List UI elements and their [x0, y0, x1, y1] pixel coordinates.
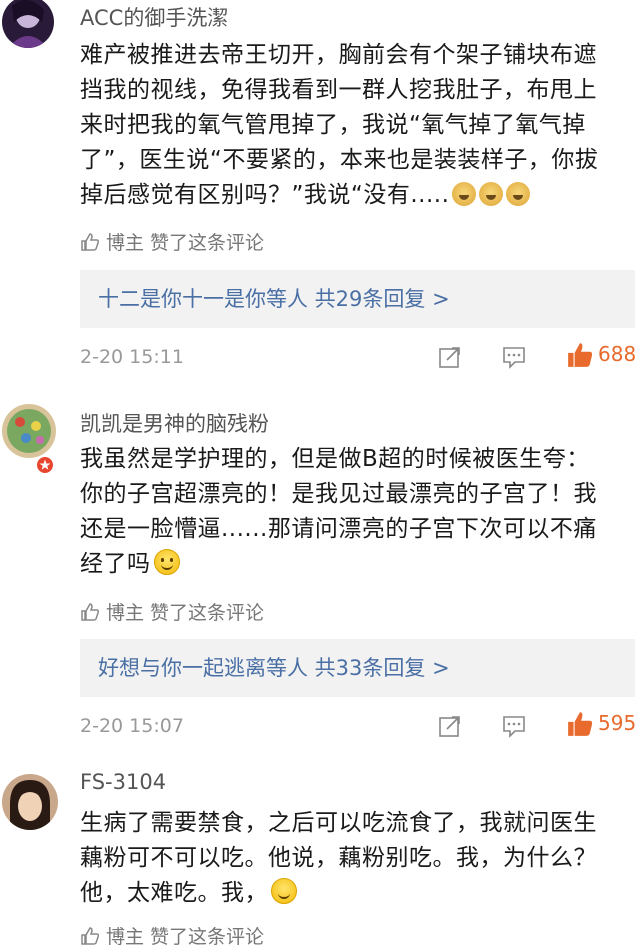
comment-icon[interactable] [501, 713, 527, 739]
timestamp: 2-20 15:07 [80, 715, 184, 737]
doge-emoji-icon [452, 182, 477, 206]
username[interactable]: ACC的御手洗潔 [80, 2, 228, 32]
thumbs-up-icon [568, 712, 593, 736]
thumbs-up-icon [568, 343, 593, 367]
author-liked-note: 博主 赞了这条评论 [80, 228, 264, 255]
reply-summary-link[interactable]: 十二是你十一是你等人 共29条回复 > [80, 270, 635, 328]
username[interactable]: 凯凯是男神的脑残粉 [80, 408, 269, 438]
thumbs-up-outline-icon [81, 927, 100, 945]
comment-text: 我虽然是学护理的，但是做B超的时候被医生夸： 你的子宫超漂亮的！是我见过最漂亮的… [80, 446, 597, 577]
like-button[interactable]: 595 [566, 710, 636, 742]
verified-badge-icon [36, 456, 54, 474]
like-count: 595 [598, 711, 637, 735]
avatar[interactable] [2, 0, 54, 48]
comment-text: 生病了需要禁食，之后可以吃流食了，我就问医生 藕粉可不可以吃。他说，藕粉别吃。我… [80, 810, 597, 906]
timestamp: 2-20 15:11 [80, 346, 184, 368]
comment-item: FS-3104 生病了需要禁食，之后可以吃流食了，我就问医生 藕粉可不可以吃。他… [0, 760, 640, 948]
comment-item: 凯凯是男神的脑残粉 我虽然是学护理的，但是做B超的时候被医生夸： 你的子宫超漂亮… [0, 390, 640, 760]
username[interactable]: FS-3104 [80, 770, 166, 794]
thumbs-up-outline-icon [81, 603, 100, 621]
thumbs-up-outline-icon [81, 233, 100, 251]
comment-text: 难产被推进去帝王切开，胸前会有个架子铺块布遮 挡我的视线，免得我看到一群人挖我肚… [80, 42, 599, 208]
author-liked-note: 博主 赞了这条评论 [80, 922, 264, 949]
author-liked-note: 博主 赞了这条评论 [80, 598, 264, 625]
comment-meta: 2-20 15:07 595 [0, 706, 640, 746]
comment-meta: 2-20 15:11 688 [0, 337, 640, 377]
share-icon[interactable] [437, 713, 463, 739]
reply-summary-link[interactable]: 好想与你一起逃离等人 共33条回复 > [80, 639, 635, 697]
sweat-smile-emoji-icon [271, 878, 297, 904]
like-button[interactable]: 688 [566, 341, 636, 373]
comment-icon[interactable] [501, 344, 527, 370]
doge-emoji-icon [479, 182, 504, 206]
avatar[interactable] [2, 404, 56, 458]
like-count: 688 [598, 342, 637, 366]
smile-emoji-icon [153, 549, 180, 575]
doge-emoji-icon [506, 182, 531, 206]
share-icon[interactable] [437, 344, 463, 370]
avatar[interactable] [2, 774, 58, 830]
comment-item: ACC的御手洗潔 难产被推进去帝王切开，胸前会有个架子铺块布遮 挡我的视线，免得… [0, 0, 640, 380]
